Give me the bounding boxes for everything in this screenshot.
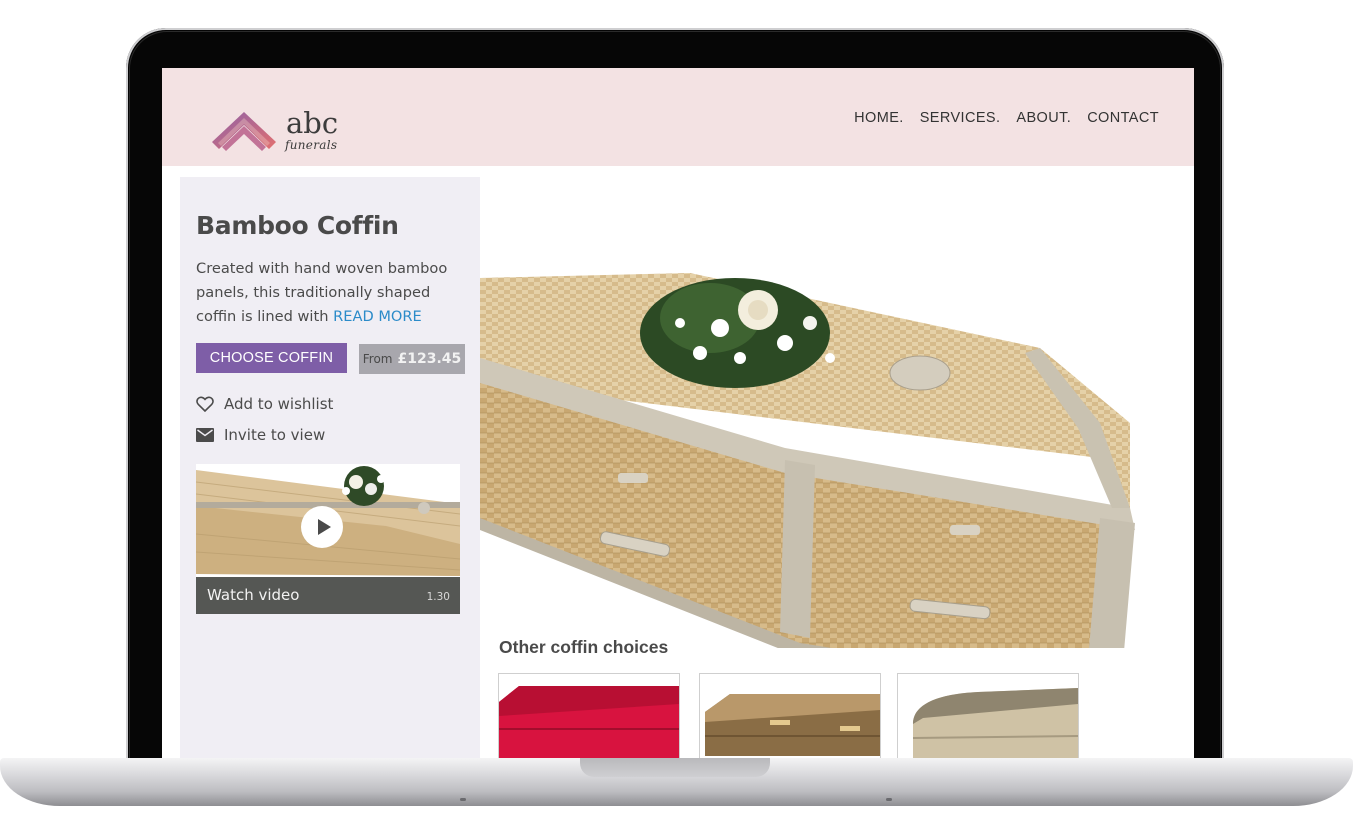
other-choices-title: Other coffin choices — [499, 637, 669, 657]
invite-label: Invite to view — [224, 426, 326, 444]
bamboo-coffin-image — [480, 273, 1135, 648]
nav-about[interactable]: ABOUT. — [1016, 110, 1071, 126]
price-badge: From £123.45 — [359, 344, 465, 374]
red-wicker-coffin-image — [499, 674, 679, 758]
play-icon[interactable] — [301, 506, 343, 548]
logo-chevron-icon — [212, 112, 276, 151]
light-wicker-coffin-image — [898, 674, 1078, 758]
browser-screen: abc funerals HOME. SERVICES. ABOUT. CONT… — [162, 68, 1194, 758]
product-sidebar: Bamboo Coffin Created with hand woven ba… — [180, 177, 480, 758]
laptop-notch — [580, 758, 770, 777]
logo[interactable]: abc funerals — [212, 108, 342, 156]
video-duration: 1.30 — [426, 591, 450, 603]
logo-wordmark: abc — [286, 106, 339, 140]
watch-video-label: Watch video — [207, 586, 300, 604]
price-value: £123.45 — [397, 351, 462, 367]
read-more-link[interactable]: READ MORE — [333, 308, 422, 325]
product-title: Bamboo Coffin — [196, 211, 399, 240]
product-description: Created with hand woven bamboo panels, t… — [196, 257, 466, 329]
nav-services[interactable]: SERVICES. — [920, 110, 1001, 126]
video-caption-bar: Watch video 1.30 — [196, 577, 460, 614]
main-nav: HOME. SERVICES. ABOUT. CONTACT — [854, 110, 1159, 126]
choose-coffin-button[interactable]: CHOOSE COFFIN — [196, 343, 347, 373]
nav-home[interactable]: HOME. — [854, 110, 904, 126]
willow-coffin-image — [700, 674, 880, 758]
wishlist-label: Add to wishlist — [224, 395, 334, 413]
site-header: abc funerals HOME. SERVICES. ABOUT. CONT… — [162, 68, 1194, 166]
other-coffin-card[interactable] — [498, 673, 680, 758]
other-coffin-card[interactable] — [699, 673, 881, 758]
logo-subtitle: funerals — [285, 138, 338, 152]
nav-contact[interactable]: CONTACT — [1087, 110, 1159, 126]
mail-icon — [196, 428, 214, 442]
video-player[interactable]: Watch video 1.30 — [196, 464, 460, 614]
other-coffin-card[interactable] — [897, 673, 1079, 758]
laptop-foot — [886, 798, 892, 801]
add-to-wishlist-button[interactable]: Add to wishlist — [196, 395, 333, 413]
heart-icon — [196, 396, 214, 412]
laptop-foot — [460, 798, 466, 801]
invite-to-view-button[interactable]: Invite to view — [196, 426, 325, 444]
price-prefix: From — [362, 352, 393, 366]
